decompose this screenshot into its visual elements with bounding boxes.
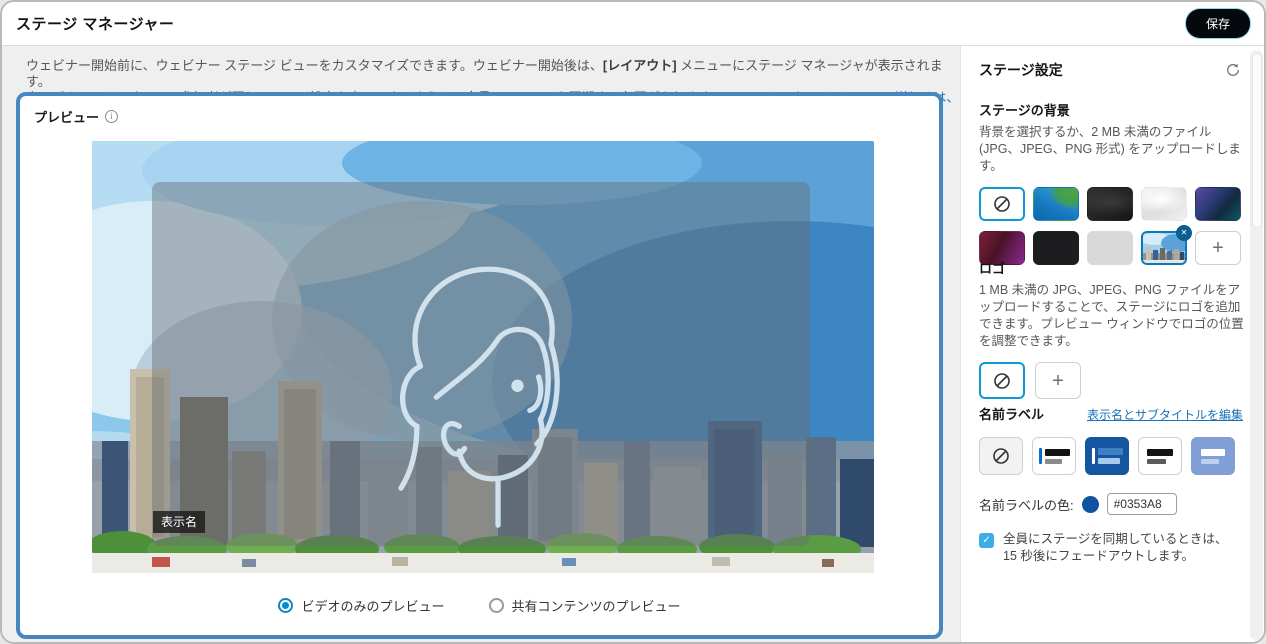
background-swatch-purple-teal[interactable] [1195,187,1241,221]
color-hex-input[interactable] [1106,493,1177,515]
stage-background-image: 表示名 [92,141,874,573]
radio-video-only-label: ビデオのみのプレビュー [301,599,445,614]
name-label-none-swatch[interactable] [979,437,1023,475]
accent-bar [1091,448,1095,464]
none-icon [994,372,1010,389]
name-label-style-translucent[interactable] [1191,437,1235,475]
name-bar [1097,448,1123,455]
none-icon [994,196,1010,212]
background-swatch-blue-green[interactable] [1033,187,1079,221]
preview-header: プレビュー i [34,107,119,126]
subtitle-bar [1044,458,1062,464]
background-description: 背景を選択するか、2 MB 未満のファイル (JPG、JPEG、PNG 形式) … [979,125,1241,173]
background-swatch-dark-wave[interactable] [1087,187,1133,221]
avatar-placeholder-icon [398,266,560,528]
accent-bar [1038,448,1042,464]
name-label-style-plain-light[interactable] [1138,437,1182,475]
name-label-style-accent-light[interactable] [1032,437,1076,475]
header-bar: ステージ マネージャー 保存 [2,2,1264,46]
page-title: ステージ マネージャー [16,16,175,33]
background-swatch-light-silk[interactable] [1141,187,1187,221]
panel-scrollbar-thumb[interactable] [1251,53,1262,228]
layout-menu-keyword: [レイアウト] [602,58,677,73]
info-line1-text: ウェビナー開始前に、ウェビナー ステージ ビューをカスタマイズできます。ウェビナ… [26,58,603,73]
logo-none-swatch[interactable] [979,362,1025,399]
radio-unselected-icon[interactable] [488,598,504,613]
name-label-section: 名前ラベル 表示名とサブタイトルを編集 名前ラベルの色: #0353A8 ✓ 全… [979,404,1243,565]
logo-title: ロゴ [979,261,1006,276]
remove-background-icon[interactable]: ✕ [1176,225,1192,241]
settings-title: ステージ設定 [979,62,1063,78]
name-label-color-row: 名前ラベルの色: [979,493,1243,515]
background-title: ステージの背景 [979,103,1070,118]
edit-display-name-link[interactable]: 表示名とサブタイトルを編集 [1087,406,1243,423]
background-section: ステージの背景 背景を選択するか、2 MB 未満のファイル (JPG、JPEG、… [979,100,1241,265]
color-label: 名前ラベルの色: [979,497,1074,513]
name-label-title: 名前ラベル [979,407,1045,422]
display-name-tag[interactable]: 表示名 [153,511,206,533]
logo-upload-button[interactable]: + [1035,362,1081,399]
radio-video-only[interactable]: ビデオのみのプレビュー [278,596,445,615]
name-label-style-blue-selected[interactable] [1085,437,1129,475]
radio-selected-icon[interactable] [278,598,294,613]
stage-manager-window: ステージ マネージャー 保存 ウェビナー開始前に、ウェビナー ステージ ビューを… [0,0,1266,644]
preview-mode-radios: ビデオのみのプレビュー 共有コンテンツのプレビュー [20,596,939,615]
panel-scrollbar-track[interactable] [1250,50,1263,640]
subtitle-bar [1147,458,1166,464]
refresh-icon[interactable] [1225,62,1241,78]
name-label-style-row [979,437,1243,475]
name-bar [1044,448,1070,456]
sync-fade-row: ✓ 全員にステージを同期しているときは、15 秒後にフェードアウトします。 [979,531,1241,565]
plus-icon: + [1052,369,1064,392]
color-swatch-dot[interactable] [1081,495,1099,513]
video-preview-overlay[interactable]: 表示名 [152,182,810,546]
subtitle-bar [1201,458,1219,464]
radio-shared-content-label: 共有コンテンツのプレビュー [511,599,681,614]
name-bar [1201,448,1225,456]
none-icon [993,448,1009,464]
background-swatch-grid: ✕ + [979,187,1241,265]
info-line-1: ウェビナー開始前に、ウェビナー ステージ ビューをカスタマイズできます。ウェビナ… [26,58,960,90]
sync-checkbox-label: 全員にステージを同期しているときは、15 秒後にフェードアウトします。 [1003,532,1228,563]
save-button[interactable]: 保存 [1185,9,1250,38]
radio-shared-content[interactable]: 共有コンテンツのプレビュー [488,596,681,615]
background-none-swatch[interactable] [979,187,1025,221]
logo-swatch-row: + [979,362,1245,399]
logo-description: 1 MB 未満の JPG、JPEG、PNG ファイルをアップロードすることで、ス… [979,283,1244,348]
name-bar [1147,448,1173,456]
preview-title: プレビュー [34,110,100,125]
info-icon[interactable]: i [105,110,119,123]
plus-icon: + [1212,237,1224,259]
sync-checkbox-checked[interactable]: ✓ [979,533,994,548]
subtitle-bar [1097,458,1120,464]
stage-settings-panel: ステージ設定 ステージの背景 背景を選択するか、2 MB 未満のファイル (JP… [960,46,1264,642]
preview-panel: プレビュー i 表示名 ビデオのみのプレビュー 共有コンテンツのプレビュー [16,92,943,639]
logo-section: ロゴ 1 MB 未満の JPG、JPEG、PNG ファイルをアップロードすること… [979,258,1245,399]
